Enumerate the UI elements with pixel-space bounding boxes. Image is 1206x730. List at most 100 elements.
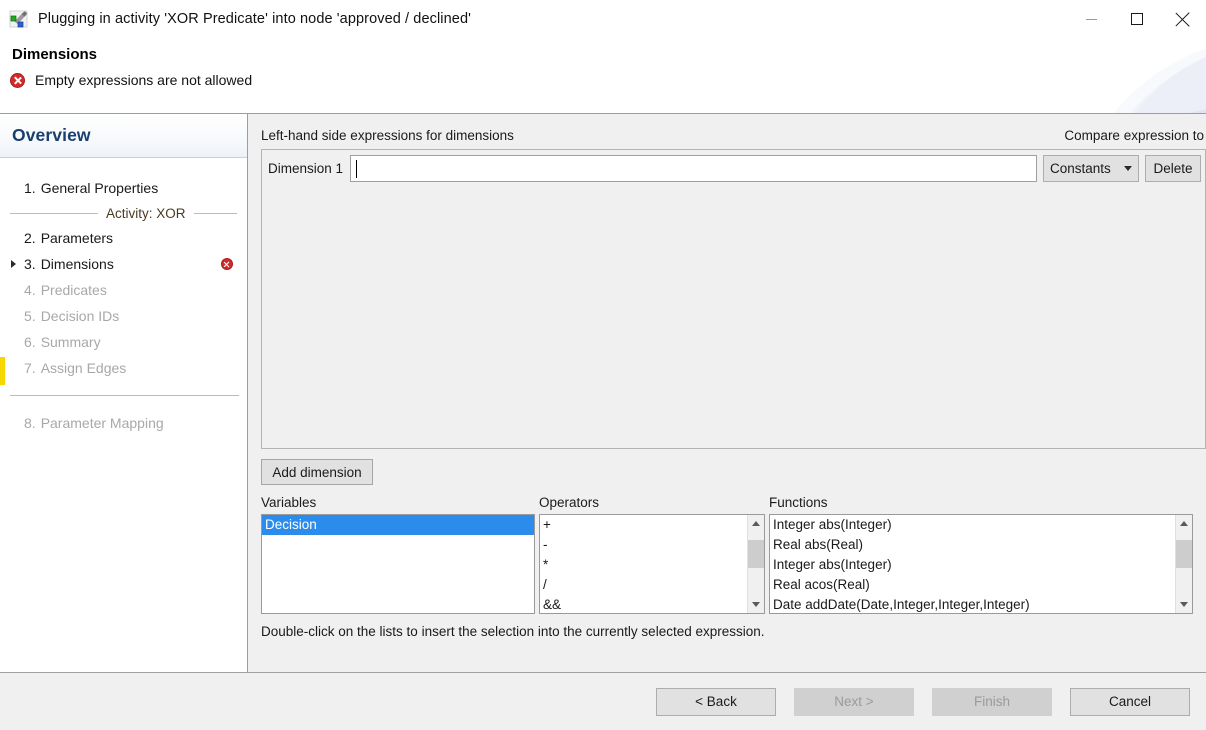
chevron-down-icon (1124, 166, 1132, 171)
wizard-footer: < Back Next > Finish Cancel (0, 672, 1206, 730)
compare-expression-label: Compare expression to (1064, 128, 1204, 143)
chevron-down-icon (752, 602, 760, 607)
wizard-window: Plugging in activity 'XOR Predicate' int… (0, 0, 1206, 730)
lhs-expressions-label: Left-hand side expressions for dimension… (261, 128, 514, 143)
minimize-button[interactable] (1068, 0, 1114, 38)
sidebar-heading: Overview (12, 125, 91, 145)
sidebar-item-parameter-mapping: 8. Parameter Mapping (0, 410, 247, 436)
separator-rule-left (10, 212, 98, 214)
maximize-button[interactable] (1114, 0, 1160, 38)
validation-message-text: Empty expressions are not allowed (35, 72, 253, 88)
list-item[interactable]: Integer abs(Integer) (770, 515, 1175, 535)
sidebar-item-error-badge-icon (221, 258, 233, 270)
sidebar-item-label: Decision IDs (40, 308, 120, 324)
sidebar-group-label: Activity: XOR (106, 205, 186, 221)
cancel-button[interactable]: Cancel (1070, 687, 1190, 716)
variables-items: Decision (262, 515, 534, 613)
sidebar-item-number: 7. (24, 360, 36, 376)
minimize-icon (1085, 18, 1097, 20)
main-panel: Left-hand side expressions for dimension… (248, 114, 1206, 672)
sidebar-item-number: 8. (24, 415, 36, 431)
list-item[interactable]: Real abs(Real) (770, 535, 1175, 555)
page-title: Dimensions (12, 46, 98, 63)
sidebar-item-number: 4. (24, 282, 36, 298)
functions-listbox[interactable]: Integer abs(Integer) Real abs(Real) Inte… (769, 514, 1193, 614)
back-button[interactable]: < Back (656, 687, 776, 716)
separator-rule-right (193, 212, 237, 214)
scroll-track[interactable] (1176, 532, 1192, 596)
close-button[interactable] (1160, 0, 1206, 38)
sidebar-group-separator: Activity: XOR (0, 201, 247, 225)
close-icon (1176, 12, 1191, 27)
scroll-up-button[interactable] (1176, 515, 1193, 532)
sidebar-item-label: Summary (40, 334, 101, 350)
list-item[interactable]: + (540, 515, 747, 535)
dimension-label: Dimension 1 (268, 161, 344, 176)
operators-listbox[interactable]: + - * / && (539, 514, 765, 614)
list-item[interactable]: Integer abs(Integer) (770, 555, 1175, 575)
chevron-down-icon (1180, 602, 1188, 607)
variables-listbox[interactable]: Decision (261, 514, 535, 614)
sidebar-nav: 1. General Properties Activity: XOR 2. P… (0, 158, 247, 436)
sidebar-item-label: Dimensions (40, 256, 114, 272)
operators-list-column: + - * / && (539, 514, 765, 614)
validation-message: Empty expressions are not allowed (10, 72, 252, 88)
scroll-down-button[interactable] (748, 596, 765, 613)
compare-to-value: Constants (1050, 161, 1111, 176)
functions-list-label: Functions (769, 495, 828, 510)
add-dimension-button[interactable]: Add dimension (261, 459, 373, 485)
sidebar-item-number: 2. (24, 230, 36, 246)
scroll-track[interactable] (748, 532, 764, 596)
sidebar-item-dimensions[interactable]: 3. Dimensions (0, 251, 247, 277)
delete-dimension-button[interactable]: Delete (1145, 155, 1201, 182)
list-item[interactable]: Decision (262, 515, 534, 535)
list-item[interactable]: Date addDate(Date,Integer,Integer,Intege… (770, 595, 1175, 613)
wizard-body: Overview 1. General Properties Activity:… (0, 114, 1206, 672)
sidebar-item-number: 1. (24, 180, 36, 196)
operators-scrollbar[interactable] (747, 515, 764, 613)
sidebar-item-summary: 6. Summary (0, 329, 247, 355)
list-item[interactable]: / (540, 575, 747, 595)
list-item[interactable]: && (540, 595, 747, 613)
chevron-up-icon (752, 521, 760, 526)
sidebar-item-general-properties[interactable]: 1. General Properties (0, 175, 247, 201)
sidebar-item-label: Predicates (40, 282, 107, 298)
sidebar-tail-group: 8. Parameter Mapping (0, 396, 247, 436)
maximize-icon (1131, 13, 1143, 25)
operators-items: + - * / && (540, 515, 747, 613)
expressions-header-row: Left-hand side expressions for dimension… (261, 128, 1206, 143)
sidebar-item-label: Parameters (40, 230, 114, 246)
operators-list-label: Operators (539, 495, 600, 510)
functions-scrollbar[interactable] (1175, 515, 1192, 613)
list-item[interactable]: * (540, 555, 747, 575)
sidebar-item-label: Assign Edges (40, 360, 127, 376)
variables-list-column: Decision (261, 514, 535, 614)
scroll-thumb[interactable] (748, 540, 764, 568)
sidebar-item-assign-edges: 7. Assign Edges (0, 355, 247, 381)
lists-labels-row: Variables Operators Functions (261, 495, 1206, 510)
sidebar-item-label: Parameter Mapping (40, 415, 164, 431)
sidebar-item-number: 5. (24, 308, 36, 324)
dimension-row: Dimension 1 Constants Delete (262, 150, 1205, 182)
scroll-up-button[interactable] (748, 515, 765, 532)
list-item[interactable]: - (540, 535, 747, 555)
wizard-header: Dimensions Empty expressions are not all… (0, 38, 1206, 114)
header-decoration (1006, 38, 1206, 113)
functions-items: Integer abs(Integer) Real abs(Real) Inte… (770, 515, 1175, 613)
title-bar: Plugging in activity 'XOR Predicate' int… (0, 0, 1206, 38)
sidebar-item-predicates: 4. Predicates (0, 277, 247, 303)
sidebar-item-parameters[interactable]: 2. Parameters (0, 225, 247, 251)
main-content: Left-hand side expressions for dimension… (248, 114, 1206, 672)
list-item[interactable]: Real acos(Real) (770, 575, 1175, 595)
text-caret (356, 160, 358, 178)
dimension-expression-input[interactable] (350, 155, 1037, 182)
sidebar-item-number: 6. (24, 334, 36, 350)
chevron-up-icon (1180, 521, 1188, 526)
sidebar-header: Overview (0, 114, 247, 158)
variables-list-label: Variables (261, 495, 317, 510)
scroll-down-button[interactable] (1176, 596, 1193, 613)
next-button: Next > (794, 687, 914, 716)
window-title: Plugging in activity 'XOR Predicate' int… (38, 11, 471, 27)
scroll-thumb[interactable] (1176, 540, 1192, 568)
compare-to-dropdown[interactable]: Constants (1043, 155, 1139, 182)
